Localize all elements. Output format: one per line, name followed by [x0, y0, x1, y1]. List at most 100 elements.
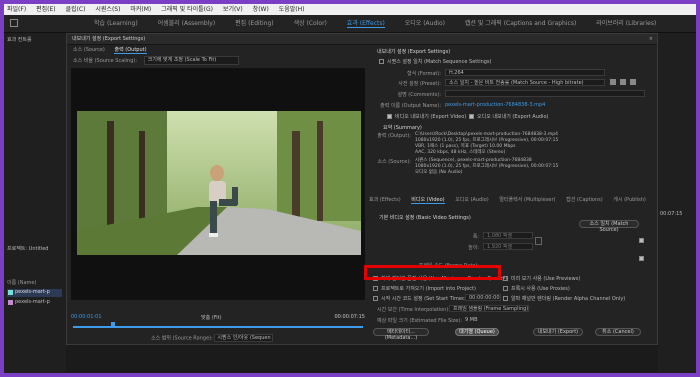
metadata-button[interactable]: 메타데이터... (Metadata...) — [373, 328, 429, 341]
source-scaling-dropdown[interactable]: 크기에 맞게 조정 (Scale To Fit) — [143, 56, 239, 65]
output-name-label: 출력 이름 (Output Name): — [380, 103, 441, 109]
ws-editing[interactable]: 편집 (Editing) — [235, 20, 274, 27]
timeline-track[interactable] — [73, 326, 363, 328]
basic-video-header[interactable]: 기본 비디오 설정 (Basic Video Settings) — [379, 214, 471, 221]
ws-audio[interactable]: 오디오 (Audio) — [405, 20, 445, 27]
use-proxies-label: 프록시 사용 (Use Proxies) — [511, 286, 570, 292]
width-label: 폭: — [472, 234, 479, 240]
comments-label: 설명 (Comments): — [397, 92, 441, 98]
summary-header[interactable]: 요약 (Summary) — [383, 124, 422, 131]
export-settings-header[interactable]: 내보내기 설정 (Export Settings) — [377, 48, 450, 55]
timecode-out: 00:00:07:15 — [334, 314, 365, 320]
summary-source-label: 소스 (Source): — [377, 159, 411, 165]
queue-button[interactable]: 대기열 (Queue) — [455, 328, 499, 336]
close-icon[interactable]: × — [649, 34, 653, 44]
use-previews-label: 미리 보기 사용 (Use Previews) — [511, 276, 581, 282]
export-audio-checkbox[interactable] — [469, 114, 474, 119]
source-range-label: 소스 범위 (Source Range): — [151, 335, 213, 342]
cancel-button[interactable]: 취소 (Cancel) — [595, 328, 641, 336]
export-audio-label: 오디오 내보내기 (Export Audio) — [477, 114, 549, 120]
video-frame-image — [77, 111, 361, 255]
tab-source[interactable]: 소스 (Source) — [73, 47, 105, 53]
fit-dropdown[interactable]: 맞춤 (Fit) — [201, 314, 222, 321]
workspace-bar: 학습 (Learning) 어셈블리 (Assembly) 편집 (Editin… — [4, 15, 696, 33]
menu-graphics[interactable]: 그래픽 및 타이틀(G) — [161, 6, 213, 13]
set-start-timecode-label: 시작 시간 코드 설정 (Set Start Timecode) — [381, 296, 476, 302]
match-sequence-checkbox[interactable] — [379, 59, 384, 64]
link-icon[interactable] — [535, 237, 542, 245]
playhead-handle[interactable] — [111, 322, 115, 328]
save-preset-icon[interactable] — [610, 79, 616, 85]
tab-publish[interactable]: 게시 (Publish) — [613, 197, 646, 203]
output-name-link[interactable]: pexels-mart-production-7684838-3.mp4 — [445, 102, 545, 108]
menu-file[interactable]: 파일(F) — [7, 6, 26, 13]
settings-tabs: 효과 (Effects) 비디오 (Video) 오디오 (Audio) 멀티플… — [369, 196, 655, 204]
name-column-header: 이름 (Name) — [7, 280, 37, 286]
tab-output[interactable]: 출력 (Output) — [114, 47, 147, 54]
width-input[interactable]: 1,080 픽셀 — [483, 232, 533, 239]
time-interp-label: 시간 보간 (Time Interpolation): — [377, 307, 450, 313]
tab-multiplexer[interactable]: 멀티플렉서 (Multiplexer) — [499, 197, 555, 203]
ws-color[interactable]: 색상 (Color) — [294, 20, 327, 27]
tab-video[interactable]: 비디오 (Video) — [411, 197, 445, 204]
match-source-button[interactable]: 소스 일치 (Match Source) — [579, 220, 639, 233]
import-preset-icon[interactable] — [620, 79, 626, 85]
export-video-checkbox[interactable] — [387, 114, 392, 119]
ws-libraries[interactable]: 라이브러리 (Libraries) — [596, 20, 656, 27]
render-alpha-checkbox[interactable] — [503, 296, 508, 301]
source-range-row: 소스 범위 (Source Range): 시퀀스 인/아웃 (Sequen — [151, 334, 274, 342]
render-alpha-label: 알파 채널만 렌더링 (Render Alpha Channel Only) — [511, 296, 626, 302]
format-label: 형식 (Format): — [407, 71, 441, 77]
source-scaling-label: 소스 비율 (Source Scaling): — [73, 58, 138, 64]
use-proxies-checkbox[interactable] — [503, 286, 508, 291]
menu-window[interactable]: 창(W) — [253, 6, 269, 13]
comments-input[interactable] — [445, 90, 645, 97]
format-dropdown[interactable]: H.264 — [445, 69, 605, 76]
ws-effects[interactable]: 효과 (Effects) — [346, 20, 385, 28]
menu-help[interactable]: 도움말(H) — [279, 6, 305, 13]
delete-preset-icon[interactable] — [630, 79, 636, 85]
import-into-project-label: 프로젝트로 가져오기 (Import into Project) — [381, 286, 476, 292]
tab-audio[interactable]: 오디오 (Audio) — [455, 197, 489, 203]
time-interp-dropdown[interactable]: 프레임 샘플링 (Frame Sampling) — [449, 305, 529, 312]
file-size-label: 예상 파일 크기 (Estimated File Size): — [377, 318, 463, 324]
tab-captions[interactable]: 캡션 (Captions) — [566, 197, 603, 203]
menu-edit[interactable]: 편집(E) — [36, 6, 56, 13]
set-start-timecode-checkbox[interactable] — [373, 296, 378, 301]
file-size-value: 9 MB — [465, 317, 478, 323]
menu-marker[interactable]: 마커(M) — [130, 6, 151, 13]
tab-effects[interactable]: 효과 (Effects) — [369, 197, 401, 203]
menu-sequence[interactable]: 시퀀스(S) — [95, 6, 120, 13]
app-window: 파일(F) 편집(E) 클립(C) 시퀀스(S) 마커(M) 그래픽 및 타이틀… — [4, 4, 696, 373]
height-input[interactable]: 1,920 픽셀 — [483, 243, 533, 250]
list-item[interactable]: pexels-mart-p — [7, 299, 62, 307]
video-preview — [77, 111, 361, 255]
timeline-controls: 00:00:01:01 맞춤 (Fit) 00:00:07:15 소스 범위 (… — [71, 304, 365, 344]
menu-view[interactable]: 보기(V) — [223, 6, 243, 13]
ws-captions[interactable]: 캡션 및 그래픽 (Captions and Graphics) — [465, 20, 576, 27]
settings-panel: 내보내기 설정 (Export Settings) 시퀀스 설정 일치 (Mat… — [369, 44, 655, 344]
source-range-dropdown[interactable]: 시퀀스 인/아웃 (Sequen — [214, 334, 274, 342]
source-scaling-row: 소스 비율 (Source Scaling): 크기에 맞게 조정 (Scale… — [73, 56, 239, 65]
timecode-in[interactable]: 00:00:01:01 — [71, 314, 102, 320]
list-item[interactable]: pexels-mart-p — [7, 289, 62, 297]
menu-clip[interactable]: 클립(C) — [66, 6, 86, 13]
effect-controls-title: 효과 컨트롤 — [7, 37, 32, 43]
import-into-project-checkbox[interactable] — [373, 286, 378, 291]
ws-learning[interactable]: 학습 (Learning) — [94, 20, 138, 27]
width-match-checkbox[interactable] — [639, 238, 644, 243]
preset-label: 사전 설정 (Preset): — [398, 81, 441, 87]
summary-output-line: AAC, 320 kbps, 48 kHz, 스테레오 (Stereo) — [415, 150, 506, 155]
home-icon[interactable] — [10, 19, 18, 27]
frame-rate-match-checkbox[interactable] — [639, 256, 644, 261]
use-previews-checkbox[interactable] — [503, 276, 508, 281]
preset-dropdown[interactable]: 소스 일치 - 높은 비트 전송률 (Match Source - High b… — [445, 79, 605, 86]
ws-assembly[interactable]: 어셈블리 (Assembly) — [158, 20, 216, 27]
menu-bar: 파일(F) 편집(E) 클립(C) 시퀀스(S) 마커(M) 그래픽 및 타이틀… — [4, 4, 696, 15]
export-button[interactable]: 내보내기 (Export) — [533, 328, 583, 336]
export-video-label: 비디오 내보내기 (Export Video) — [395, 114, 467, 120]
export-settings-dialog: 내보내기 설정 (Export Settings) × 소스 (Source) … — [66, 33, 658, 345]
right-panel: 00:07:15 — [658, 33, 696, 373]
start-timecode-input[interactable]: 00:00:00:00 — [465, 294, 501, 301]
list-item-label: pexels-mart-p — [15, 289, 50, 295]
